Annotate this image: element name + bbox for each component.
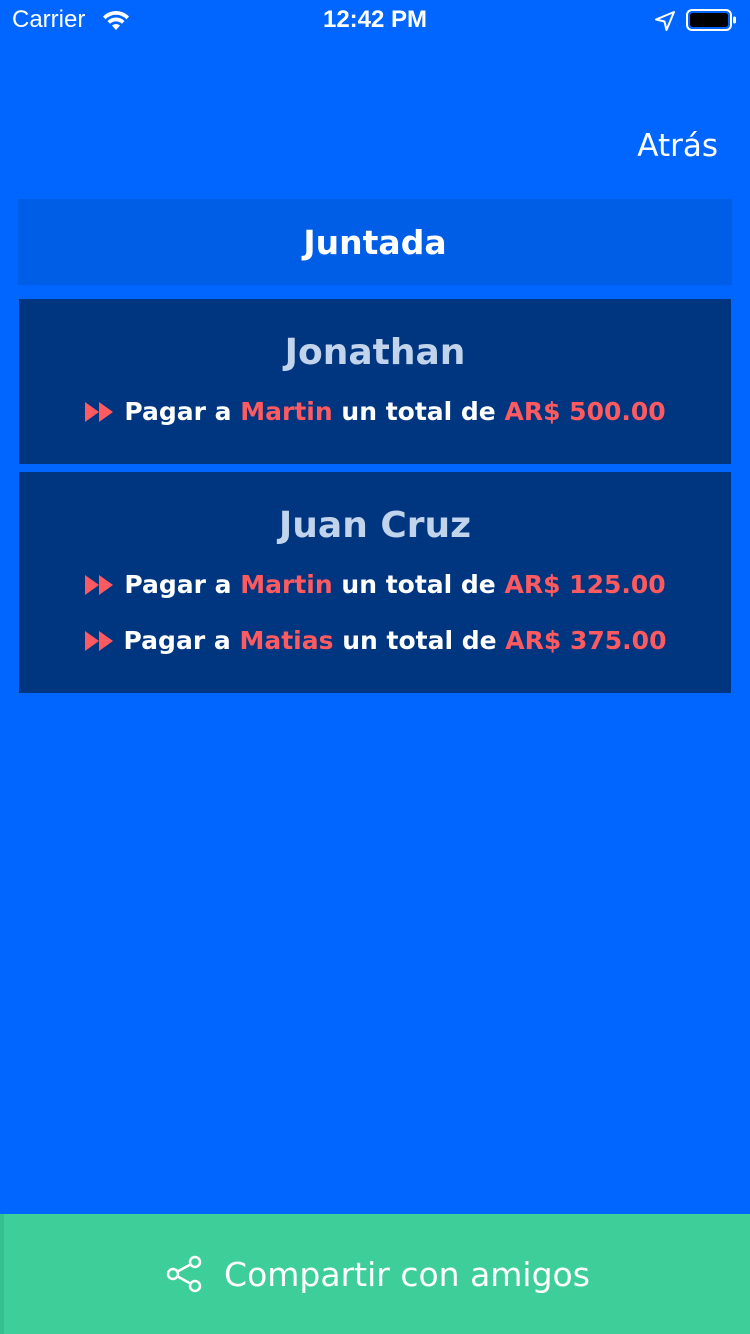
person-name: Juan Cruz: [278, 505, 472, 546]
payment-prefix: Pagar a: [124, 570, 232, 599]
back-button[interactable]: Atrás: [637, 128, 718, 164]
person-name: Jonathan: [284, 332, 466, 373]
payment-middle: un total de: [342, 626, 497, 655]
location-arrow-icon: [655, 11, 675, 31]
payment-amount: AR$ 375.00: [505, 626, 667, 655]
fast-forward-icon: [85, 402, 114, 422]
payment-recipient: Matias: [239, 626, 334, 655]
group-header: Juntada: [18, 199, 732, 285]
fast-forward-icon: [84, 631, 113, 651]
payment-amount: AR$ 125.00: [504, 570, 666, 599]
fast-forward-icon: [85, 575, 114, 595]
payment-line: Pagar a Matias un total de AR$ 375.00: [19, 622, 731, 660]
status-bar: Carrier 12:42 PM: [0, 0, 750, 40]
payment-line: Pagar a Martin un total de AR$ 125.00: [19, 566, 731, 604]
group-title: Juntada: [303, 222, 447, 262]
payment-prefix: Pagar a: [123, 626, 231, 655]
person-card-jonathan: Jonathan Pagar a Martin un total de AR$ …: [19, 299, 731, 464]
share-icon: [166, 1255, 202, 1293]
payment-line: Pagar a Martin un total de AR$ 500.00: [19, 393, 731, 431]
battery-icon: [686, 9, 736, 31]
payment-middle: un total de: [341, 570, 496, 599]
share-button-label: Compartir con amigos: [224, 1254, 590, 1294]
payment-amount: AR$ 500.00: [504, 397, 666, 426]
person-card-juan-cruz: Juan Cruz Pagar a Martin un total de AR$…: [19, 472, 731, 693]
payment-recipient: Martin: [240, 570, 333, 599]
share-with-friends-button[interactable]: Compartir con amigos: [0, 1214, 750, 1334]
payment-recipient: Martin: [240, 397, 333, 426]
payment-middle: un total de: [341, 397, 496, 426]
status-time: 12:42 PM: [322, 6, 428, 33]
payment-prefix: Pagar a: [124, 397, 232, 426]
